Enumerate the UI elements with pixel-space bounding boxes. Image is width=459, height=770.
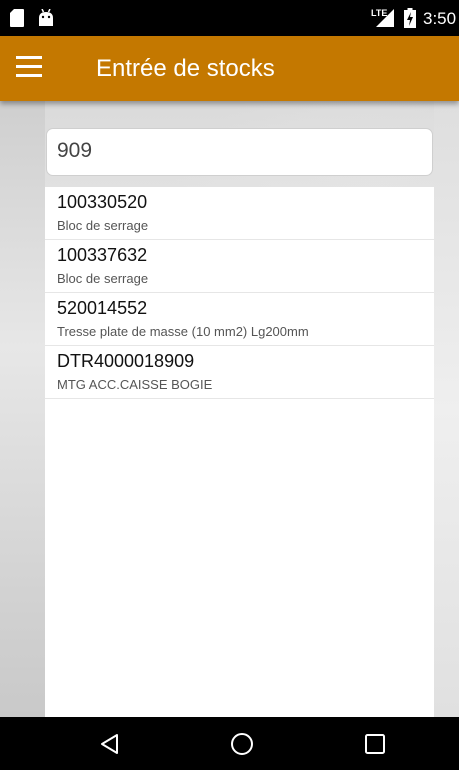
item-description: Tresse plate de masse (10 mm2) Lg200mm (57, 324, 309, 339)
list-item[interactable]: DTR4000018909 MTG ACC.CAISSE BOGIE (45, 346, 434, 399)
background-photo-right (434, 101, 459, 717)
navigation-bar (0, 717, 459, 770)
item-code: 100330520 (57, 192, 148, 212)
battery-charging-icon (404, 8, 416, 28)
status-bar: LTE 3:50 (0, 0, 459, 36)
app-bar: Entrée de stocks (0, 36, 459, 101)
result-list: 100330520 Bloc de serrage 100337632 Bloc… (45, 187, 434, 717)
list-item[interactable]: 100337632 Bloc de serrage (45, 240, 434, 293)
home-circle-icon[interactable] (229, 731, 255, 757)
search-input[interactable]: 909 (46, 128, 433, 176)
list-item[interactable]: 100330520 Bloc de serrage (45, 187, 434, 240)
item-description: Bloc de serrage (57, 218, 149, 233)
item-code: 100337632 (57, 245, 148, 265)
item-code: 520014552 (57, 298, 148, 318)
page-title: Entrée de stocks (96, 55, 275, 82)
item-description: Bloc de serrage (57, 271, 149, 286)
list-item[interactable]: 520014552 Tresse plate de masse (10 mm2)… (45, 293, 434, 346)
clock: 3:50 (423, 9, 457, 28)
background-photo-left (0, 101, 45, 717)
hamburger-menu-icon[interactable] (16, 56, 42, 80)
item-code: DTR4000018909 (57, 351, 195, 371)
signal-strength-icon (376, 9, 394, 27)
content-area: 909 100330520 Bloc de serrage 100337632 … (0, 101, 459, 717)
back-triangle-icon[interactable] (97, 731, 123, 757)
android-debug-icon (39, 9, 53, 26)
recents-square-icon[interactable] (362, 731, 388, 757)
item-description: MTG ACC.CAISSE BOGIE (57, 377, 213, 392)
sd-card-icon (10, 9, 24, 27)
